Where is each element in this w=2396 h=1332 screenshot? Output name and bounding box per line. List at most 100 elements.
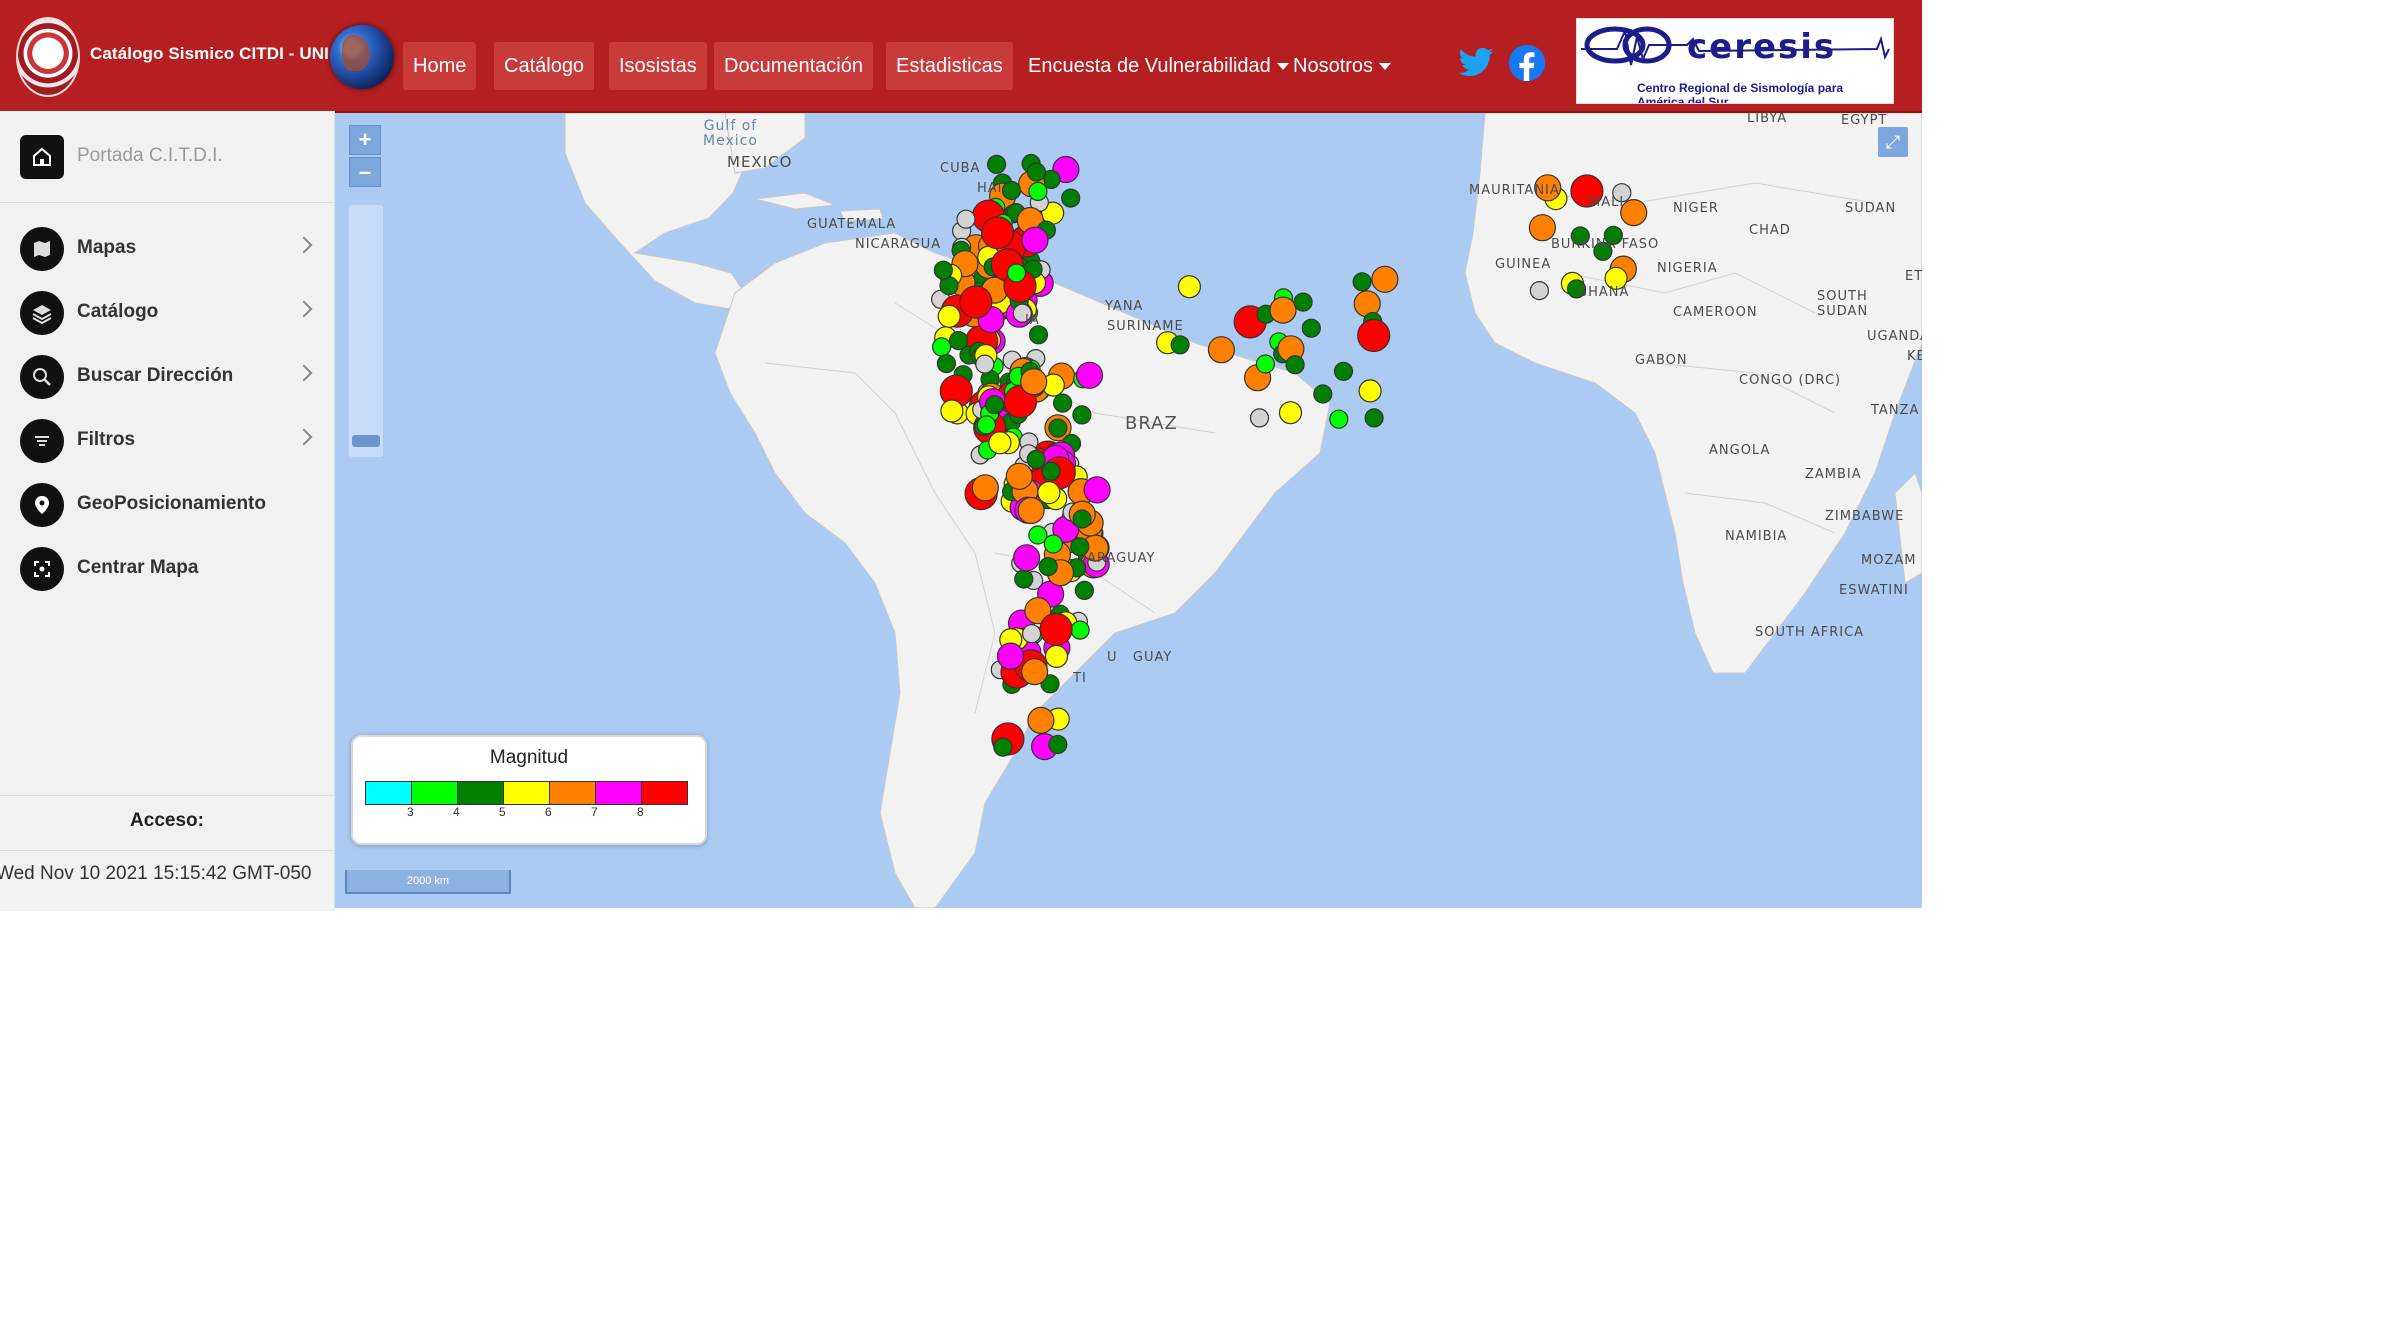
top-navbar: Catálogo Sismico CITDI - UNI Home Catálo… [0,0,1922,113]
uni-seal-logo[interactable] [16,17,80,97]
earthquake-marker[interactable] [1333,361,1354,381]
earthquake-marker[interactable] [1070,620,1090,640]
earthquake-marker[interactable] [1285,355,1305,375]
earthquake-marker[interactable] [1075,361,1104,389]
earthquake-marker[interactable] [959,285,993,319]
earthquake-marker[interactable] [976,415,997,435]
filter-icon [20,419,64,463]
earthquake-marker[interactable] [1038,557,1058,577]
earthquake-marker[interactable] [1074,580,1095,600]
earthquake-marker[interactable] [1061,188,1081,208]
earthquake-marker[interactable] [1043,534,1063,554]
earthquake-marker[interactable] [1020,657,1049,686]
earthquake-marker[interactable] [940,399,964,423]
facebook-icon[interactable] [1508,44,1546,82]
earthquake-marker[interactable] [984,395,1005,415]
earthquake-marker[interactable] [1529,281,1550,301]
earthquake-marker[interactable] [1249,408,1270,428]
earthquake-marker[interactable] [948,331,969,351]
earthquake-marker[interactable] [971,474,999,502]
earthquake-marker[interactable] [1052,393,1073,413]
earthquake-marker[interactable] [1001,180,1022,201]
earthquake-marker[interactable] [975,354,995,374]
nav-catalogo[interactable]: Catálogo [494,42,595,90]
earthquake-marker[interactable] [1364,408,1384,428]
earthquake-marker[interactable] [1021,624,1042,644]
sidebar-home-link[interactable]: Portada C.I.T.D.I. [0,111,334,203]
earthquake-marker[interactable] [1352,272,1372,292]
earthquake-marker[interactable] [937,304,961,328]
sidebar-item-catalogo[interactable]: Catálogo [0,281,334,345]
earthquake-marker[interactable] [1037,481,1061,505]
map-label-guinea: GUINEA [1495,257,1552,272]
zoom-out-button[interactable]: – [349,157,381,187]
earthquake-marker[interactable] [1358,379,1382,403]
earthquake-marker[interactable] [1072,509,1092,529]
earthquake-marker[interactable] [1301,318,1321,338]
earthquake-marker[interactable] [1177,275,1202,299]
earthquake-marker[interactable] [993,737,1013,757]
map-label-namibia: NAMIBIA [1725,529,1788,544]
earthquake-marker[interactable] [1083,476,1111,504]
earthquake-marker[interactable] [1005,462,1033,490]
earthquake-marker[interactable] [1039,612,1073,646]
earthquake-marker[interactable] [1357,318,1391,353]
ceresis-logo[interactable]: ceresis Centro Regional de Sismología pa… [1576,18,1894,104]
earthquake-marker[interactable] [1072,405,1092,425]
earthquake-marker[interactable] [1278,401,1303,425]
seismic-map[interactable]: Gulf of Mexico MEXICO CUBA HAI GUATEMALA… [335,113,1922,908]
earthquake-marker[interactable] [1017,496,1045,525]
earthquake-marker[interactable] [1014,569,1034,589]
earthquake-marker[interactable] [1012,544,1041,572]
earthquake-marker[interactable] [1329,409,1349,429]
sidebar-item-geoposicionamiento[interactable]: GeoPosicionamiento [0,473,334,537]
earthquake-marker[interactable] [1269,296,1297,324]
nav-nosotros-dropdown[interactable]: Nosotros [1283,42,1401,90]
earthquake-marker[interactable] [933,260,954,280]
earthquake-marker[interactable] [931,337,952,357]
earthquake-marker[interactable] [1044,644,1069,669]
earthquake-marker[interactable] [1170,335,1190,355]
earthquake-marker[interactable] [996,642,1025,670]
sidebar-item-buscar-direccion[interactable]: Buscar Dirección [0,345,334,409]
zoom-slider-handle[interactable] [352,435,380,447]
fullscreen-icon[interactable]: ⤢ [1878,127,1908,157]
zoom-slider[interactable] [349,205,383,457]
earthquake-marker[interactable] [1006,263,1027,283]
earthquake-marker[interactable] [1028,325,1049,345]
earthquake-marker[interactable] [1021,226,1049,254]
sidebar-item-filtros[interactable]: Filtros [0,409,334,473]
earthquake-marker[interactable] [1026,449,1046,469]
earthquake-marker[interactable] [1313,384,1333,404]
earthquake-marker[interactable] [1207,336,1236,364]
earthquake-marker[interactable] [936,354,957,374]
earthquake-marker[interactable] [956,209,976,229]
earthquake-marker[interactable] [1048,418,1068,438]
earthquake-marker[interactable] [1028,181,1048,202]
sidebar-item-mapas[interactable]: Mapas [0,217,334,281]
nav-home[interactable]: Home [403,42,477,90]
legend-tick: 6 [545,805,552,819]
earthquake-marker[interactable] [1048,734,1068,755]
earthquake-marker[interactable] [1620,198,1648,227]
nav-encuesta-dropdown[interactable]: Encuesta de Vulnerabilidad [1018,42,1299,90]
earthquake-marker[interactable] [1293,292,1313,312]
earthquake-marker[interactable] [1041,461,1061,481]
earthquake-marker[interactable] [986,154,1007,175]
map-label-et: ET [1905,269,1922,284]
earthquake-marker[interactable] [1026,162,1047,182]
zoom-in-button[interactable]: + [349,125,381,155]
earthquake-marker[interactable] [1255,354,1276,374]
globe-logo-icon[interactable] [330,25,394,89]
earthquake-marker[interactable] [988,431,1012,455]
earthquake-marker[interactable] [980,216,1015,250]
nav-documentacion[interactable]: Documentación [714,42,873,90]
earthquake-marker[interactable] [1020,368,1048,396]
brand-title[interactable]: Catálogo Sismico CITDI - UNI [90,44,329,64]
earthquake-marker[interactable] [1371,265,1399,293]
twitter-icon[interactable] [1457,44,1495,82]
nav-estadisticas[interactable]: Estadisticas [886,42,1013,90]
earthquake-marker[interactable] [1027,706,1055,735]
sidebar-item-centrar-mapa[interactable]: Centrar Mapa [0,537,334,601]
nav-isosistas[interactable]: Isosistas [609,42,707,90]
